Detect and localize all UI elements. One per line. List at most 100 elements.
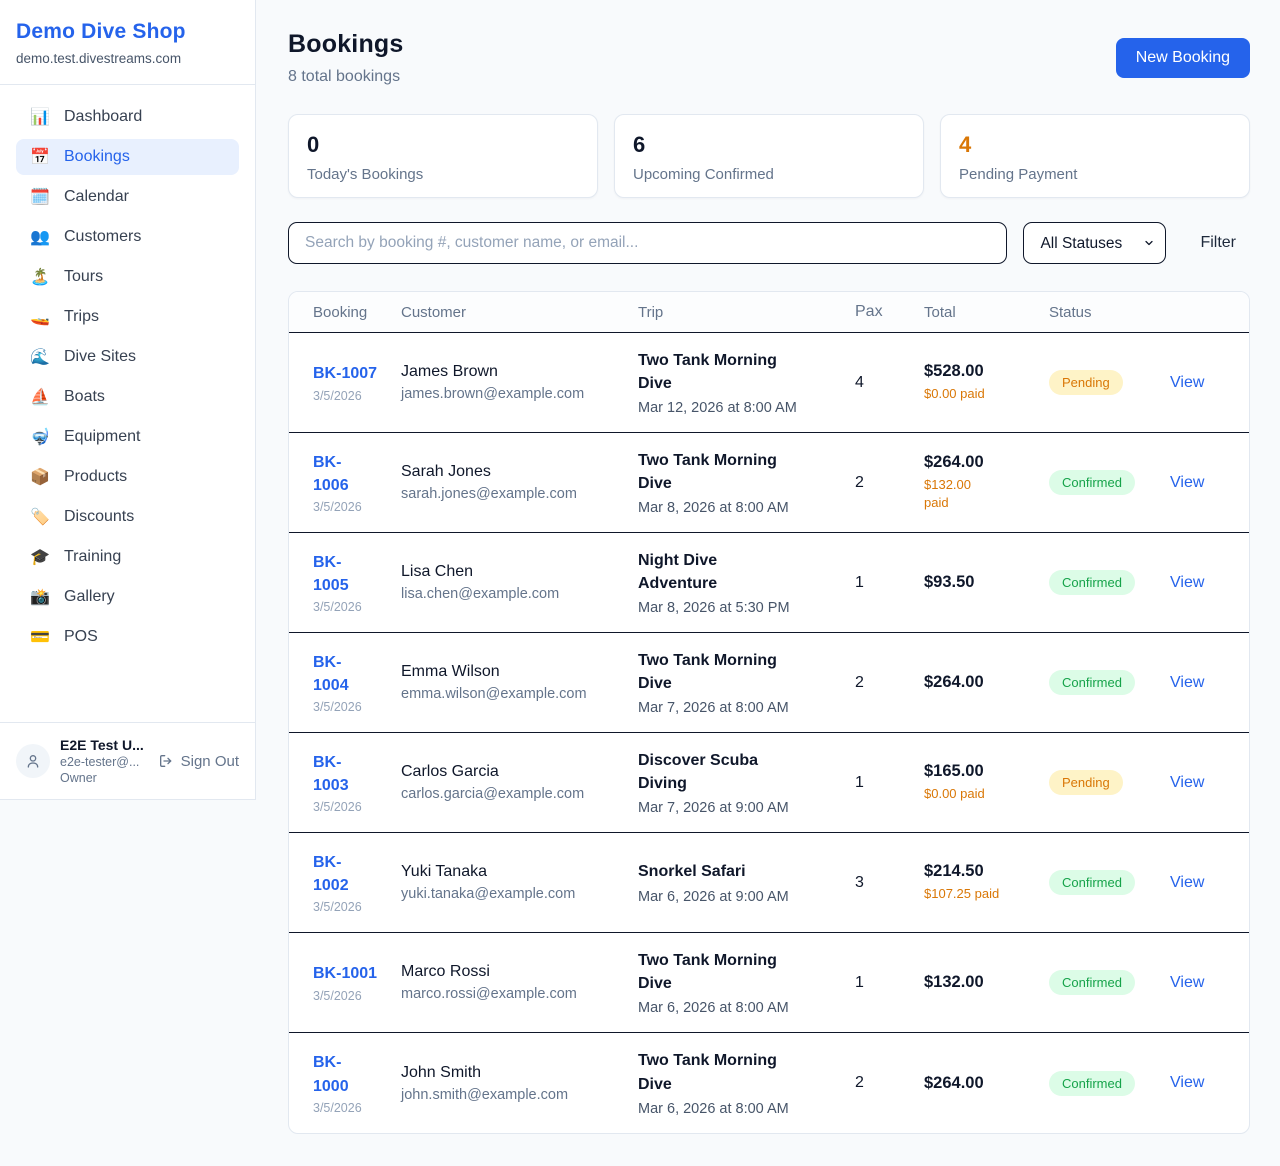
sidebar-item-pos[interactable]: 💳 POS [16, 619, 239, 655]
pax-count: 2 [855, 674, 924, 692]
view-link[interactable]: View [1170, 974, 1204, 991]
sidebar-item-trips[interactable]: 🚤 Trips [16, 299, 239, 335]
sidebar-item-equipment[interactable]: 🤿 Equipment [16, 419, 239, 455]
status-filter-select[interactable]: All Statuses [1023, 222, 1166, 264]
booking-date: 3/5/2026 [313, 389, 391, 403]
main-content: Bookings 8 total bookings New Booking 0 … [256, 0, 1280, 1166]
trip-datetime: Mar 7, 2026 at 9:00 AM [638, 800, 845, 816]
trip-name: Two Tank Morning Dive [638, 449, 798, 495]
bookings-icon: 📅 [30, 149, 50, 165]
user-name: E2E Test U... [60, 737, 148, 753]
stat-card: 4 Pending Payment [940, 114, 1250, 198]
table-row: BK-1001 3/5/2026 Marco Rossi marco.rossi… [289, 933, 1249, 1033]
tours-icon: 🏝️ [30, 269, 50, 285]
sidebar-item-label: Bookings [64, 148, 130, 166]
shop-domain: demo.test.divestreams.com [16, 51, 239, 66]
sidebar-item-dashboard[interactable]: 📊 Dashboard [16, 99, 239, 135]
pax-count: 1 [855, 774, 924, 792]
pax-count: 1 [855, 974, 924, 992]
status-badge: Confirmed [1049, 870, 1135, 895]
booking-id-link[interactable]: BK-1005 [313, 551, 349, 597]
sidebar-item-label: Dashboard [64, 108, 142, 126]
table-body: BK-1007 3/5/2026 James Brown james.brown… [289, 333, 1249, 1133]
sidebar-item-training[interactable]: 🎓 Training [16, 539, 239, 575]
view-link[interactable]: View [1170, 874, 1204, 891]
view-link[interactable]: View [1170, 774, 1204, 791]
customer-name: Emma Wilson [401, 663, 628, 681]
sidebar-item-products[interactable]: 📦 Products [16, 459, 239, 495]
dive-sites-icon: 🌊 [30, 349, 50, 365]
boats-icon: ⛵ [30, 389, 50, 405]
sidebar-item-label: Products [64, 468, 127, 486]
booking-id-link[interactable]: BK-1002 [313, 851, 349, 897]
total-amount: $165.00 [924, 762, 1039, 781]
sidebar-item-calendar[interactable]: 🗓️ Calendar [16, 179, 239, 215]
stat-label: Upcoming Confirmed [633, 166, 905, 183]
view-link[interactable]: View [1170, 474, 1204, 491]
paid-amount: $107.25 paid [924, 885, 1004, 903]
status-filter: All Statuses [1023, 222, 1166, 264]
pax-count: 3 [855, 874, 924, 892]
sidebar-item-customers[interactable]: 👥 Customers [16, 219, 239, 255]
booking-id-link[interactable]: BK-1007 [313, 362, 377, 385]
sidebar-item-tours[interactable]: 🏝️ Tours [16, 259, 239, 295]
customer-name: Sarah Jones [401, 463, 628, 481]
user-role: Owner [60, 771, 148, 785]
pax-count: 4 [855, 374, 924, 392]
booking-date: 3/5/2026 [313, 700, 391, 714]
filter-button[interactable]: Filter [1200, 234, 1236, 252]
customer-name: John Smith [401, 1064, 628, 1082]
sidebar-nav: 📊 Dashboard 📅 Bookings 🗓️ Calendar 👥 Cus… [0, 85, 255, 722]
view-link[interactable]: View [1170, 574, 1204, 591]
avatar [16, 744, 50, 778]
customer-email: lisa.chen@example.com [401, 586, 628, 602]
sidebar-item-bookings[interactable]: 📅 Bookings [16, 139, 239, 175]
shop-name: Demo Dive Shop [16, 20, 239, 44]
view-link[interactable]: View [1170, 1074, 1204, 1091]
table-row: BK-1000 3/5/2026 John Smith john.smith@e… [289, 1033, 1249, 1133]
booking-date: 3/5/2026 [313, 900, 391, 914]
booking-date: 3/5/2026 [313, 800, 391, 814]
bookings-table: BookingCustomerTripPaxTotalStatus BK-100… [288, 291, 1250, 1134]
sidebar-item-gallery[interactable]: 📸 Gallery [16, 579, 239, 615]
sidebar-item-label: Calendar [64, 188, 129, 206]
trip-name: Discover Scuba Diving [638, 749, 798, 795]
total-amount: $132.00 [924, 973, 1039, 992]
stat-value: 0 [307, 132, 579, 158]
stats-cards: 0 Today's Bookings 6 Upcoming Confirmed … [288, 114, 1250, 198]
booking-id-link[interactable]: BK-1003 [313, 751, 349, 797]
booking-id-link[interactable]: BK-1000 [313, 1051, 349, 1097]
status-badge: Confirmed [1049, 1071, 1135, 1096]
status-badge: Pending [1049, 370, 1123, 395]
total-amount: $264.00 [924, 453, 1039, 472]
stat-label: Pending Payment [959, 166, 1231, 183]
booking-id-link[interactable]: BK-1006 [313, 451, 349, 497]
customer-email: carlos.garcia@example.com [401, 786, 628, 802]
customer-name: Lisa Chen [401, 563, 628, 581]
table-row: BK-1003 3/5/2026 Carlos Garcia carlos.ga… [289, 733, 1249, 833]
customer-name: Yuki Tanaka [401, 863, 628, 881]
booking-id-link[interactable]: BK-1001 [313, 962, 377, 985]
sign-out-button[interactable]: Sign Out [158, 753, 239, 770]
sidebar-item-boats[interactable]: ⛵ Boats [16, 379, 239, 415]
total-amount: $264.00 [924, 1074, 1039, 1093]
sign-out-icon [158, 753, 174, 769]
new-booking-button[interactable]: New Booking [1116, 38, 1250, 78]
booking-date: 3/5/2026 [313, 989, 391, 1003]
pax-count: 2 [855, 1074, 924, 1092]
stat-value: 6 [633, 132, 905, 158]
trip-datetime: Mar 8, 2026 at 5:30 PM [638, 600, 845, 616]
view-link[interactable]: View [1170, 374, 1204, 391]
search-input[interactable] [288, 222, 1007, 264]
sidebar-item-dive-sites[interactable]: 🌊 Dive Sites [16, 339, 239, 375]
trip-datetime: Mar 8, 2026 at 8:00 AM [638, 500, 845, 516]
dashboard-icon: 📊 [30, 109, 50, 125]
user-email: e2e-tester@... [60, 755, 148, 769]
booking-date: 3/5/2026 [313, 600, 391, 614]
booking-id-link[interactable]: BK-1004 [313, 651, 349, 697]
customer-email: yuki.tanaka@example.com [401, 886, 628, 902]
sidebar-item-label: Trips [64, 308, 99, 326]
sidebar-item-discounts[interactable]: 🏷️ Discounts [16, 499, 239, 535]
table-row: BK-1002 3/5/2026 Yuki Tanaka yuki.tanaka… [289, 833, 1249, 933]
view-link[interactable]: View [1170, 674, 1204, 691]
